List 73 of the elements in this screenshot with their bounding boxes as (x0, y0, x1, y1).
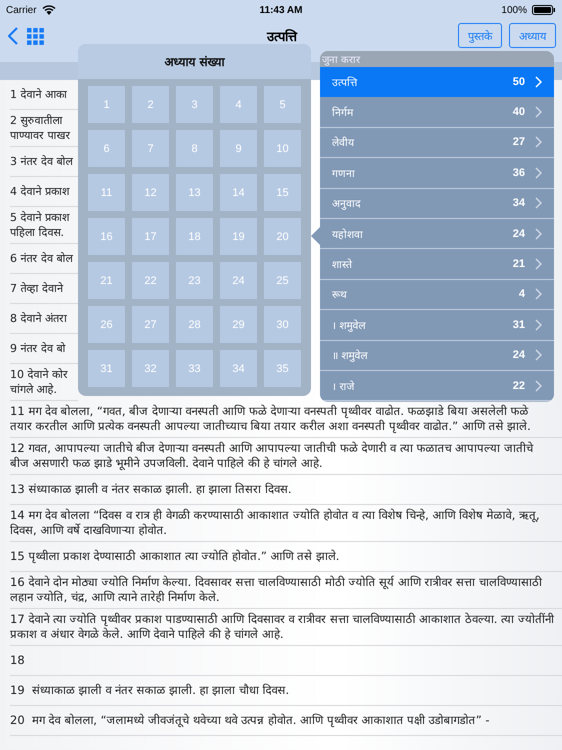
chapter-button[interactable]: 2 (132, 86, 169, 123)
verse-text: 5 देवाने प्रकाश पहिला दिवस. (10, 210, 71, 240)
chapter-button[interactable]: 30 (264, 306, 301, 343)
clock: 11:43 AM (260, 4, 302, 16)
chapter-button[interactable]: 12 (132, 174, 169, 211)
verse-text: 1 देवाने आका (10, 87, 68, 102)
book-item[interactable]: निर्गम 40 (320, 97, 554, 128)
chapter-button[interactable]: 25 (264, 262, 301, 299)
chapter-button[interactable]: 35 (264, 350, 301, 387)
chapter-button[interactable]: 3 (176, 86, 213, 123)
verse-text: 12 गवत, आपापल्या जातीचे बीज देणाऱ्या वनस्पती आणि आपापल्या जातीची फळे देणारी व त्या फळातच आपापल्या जातीचे बीज असणारी फळ झाडे भूमीने उपजविली. देवाने पाहिले की हे चांगले आहे. (10, 441, 534, 471)
chapter-button[interactable]: 32 (132, 350, 169, 387)
chapter-button[interactable]: 9 (220, 130, 257, 167)
chapter-button[interactable]: 24 (220, 262, 257, 299)
book-item[interactable]: शास्ते 21 (320, 249, 554, 280)
carrier-label: Carrier (6, 4, 37, 16)
book-item[interactable]: लेवीय 27 (320, 128, 554, 158)
picker-title: अध्याय संख्या (164, 54, 225, 70)
chapter-button[interactable]: 14 (220, 174, 257, 211)
chapter-button[interactable]: 17 (132, 218, 169, 255)
chapter-button[interactable]: 15 (264, 174, 301, 211)
verse-text: 18 (10, 653, 26, 668)
verse-text: 10 देवाने कोर चांगले आहे. (10, 367, 69, 397)
chapter-button[interactable]: 34 (220, 350, 257, 387)
chapter-button[interactable]: 26 (88, 306, 125, 343)
chapter-button[interactable]: 16 (88, 218, 125, 255)
chapter-button[interactable]: 11 (88, 174, 125, 211)
verse-text: 3 नंतर देव बोल (10, 154, 74, 169)
nav-button[interactable]: पुस्तके (458, 23, 502, 48)
chapter-button[interactable]: 27 (132, 306, 169, 343)
verse-text: 17 देवाने त्या ज्योति पृथ्वीवर प्रकाश पाडण्यासाठी आणि दिवसावर व रात्रीवर सत्ता चालविण्यासाठी आकाशात ठेवल्या. त्या ज्योतींनी प्रकाश व अंधार वेगळे केले. आणि देवाने पाहिले की हे चांगले आहे. (10, 612, 556, 642)
battery-label: 100% (501, 4, 527, 16)
verse-text: 15 पृथ्वीला प्रकाश देण्यासाठी आकाशात त्या ज्योति होवोत.” आणि तसे झाले. (10, 549, 340, 564)
book-item[interactable]: उत्पत्ति 50 (320, 67, 554, 98)
book-item[interactable]: अनुवाद 34 (320, 188, 554, 219)
chapter-button[interactable]: 5 (264, 86, 301, 123)
verse-text: 19 संध्याकाळ झाली व नंतर सकाळ झाली. हा झाला चौधा दिवस. (10, 683, 290, 698)
chapter-button[interactable]: 28 (176, 306, 213, 343)
verse-text: 6 नंतर देव बोल (10, 251, 74, 266)
chapter-button[interactable]: 20 (264, 218, 301, 255)
chapter-button[interactable]: 31 (88, 350, 125, 387)
verse-text: 4 देवाने प्रकाश (10, 184, 71, 199)
book-item[interactable]: ॥ शमुवेल 24 (320, 340, 554, 371)
chapter-button[interactable]: 8 (176, 130, 213, 167)
chapter-button[interactable]: 6 (88, 130, 125, 167)
verse-text: 9 नंतर देव बो (10, 341, 66, 356)
book-item[interactable]: । राजे 22 (320, 370, 554, 402)
book-item[interactable]: रूथ 4 (320, 280, 554, 310)
chapter-button[interactable]: 33 (176, 350, 213, 387)
verse-text: 14 मग देव बोलला “दिवस व रात्र ही वेगळी करण्यासाठी आकाशात ज्योति होवोत व त्या विशेष चिन्हे, आणि विशेष मेळावे, ऋतू, दिवस, आणि वर्षे दाखविणाऱ्या होवोत. (10, 508, 541, 538)
verse-text: 20 मग देव बोलला, “जलामध्ये जीवजंतूचे थवेच्या थवे उत्पन्न होवोत. आणि पृथ्वीवर आकाशात पक्षी उडोबागडोत” - (10, 713, 490, 728)
chapter-button[interactable]: 7 (132, 130, 169, 167)
chapter-button[interactable]: 22 (132, 262, 169, 299)
chapter-button[interactable]: 4 (220, 86, 257, 123)
chapter-button[interactable]: 23 (176, 262, 213, 299)
chapter-button[interactable]: 1 (88, 86, 125, 123)
verse-text: 7 तेव्हा देवाने (10, 281, 64, 296)
chapter-button[interactable]: 19 (220, 218, 257, 255)
section-header: जुना करार (322, 54, 360, 66)
verse-text: 2 सुरुवातीला पाण्यावर पाखर (10, 113, 72, 143)
nav-button[interactable]: अध्याय (509, 23, 556, 48)
chapter-button[interactable]: 18 (176, 218, 213, 255)
chapter-button[interactable]: 13 (176, 174, 213, 211)
chapter-button[interactable]: 10 (264, 130, 301, 167)
verse-text: 16 देवाने दोन मोठ्या ज्योति निर्माण केल्या. दिवसावर सत्ता चालविण्यासाठी मोठी ज्योति सूर्य आणि रात्रीवर सत्ता चालविण्यासाठी लहान ज्योति, चंद्र, आणि त्याने तारेही निर्माण केले. (10, 575, 544, 605)
verse-text: 8 देवाने अंतरा (10, 311, 68, 326)
verse-text: 11 मग देव बोलला, “गवत, बीज देणाऱ्या वनस्पती आणि फळे देणाऱ्या वनस्पती पृथ्वीवर वाढोत. फळझाडे बिया असलेली फळे तयार करतील आणि प्रत्येक वनस्पती आपल्या जातीच्याच बिया तयार करील अशा वनस्पती पृथ्वीवर वाढोत.” आणि तसे झाले. (10, 404, 532, 434)
chapter-button[interactable]: 21 (88, 262, 125, 299)
page-title: उत्पत्ति (267, 28, 297, 45)
book-item[interactable]: गणना 36 (320, 158, 554, 189)
book-item[interactable]: । शमुवेल 31 (320, 310, 554, 341)
chapter-button[interactable]: 29 (220, 306, 257, 343)
verse-text: 13 संध्याकाळ झाली व नंतर सकाळ झाली. हा झाला तिसरा दिवस. (10, 482, 292, 497)
